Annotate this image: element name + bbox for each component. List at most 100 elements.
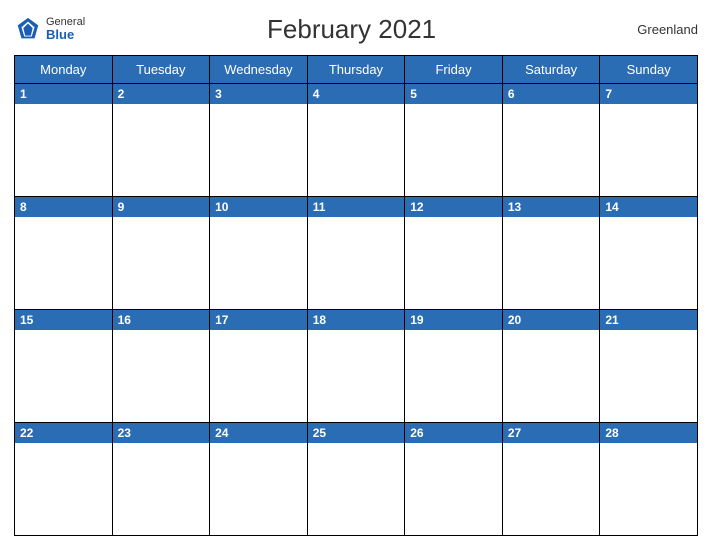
day-9: 9 bbox=[112, 197, 210, 310]
day-content-12 bbox=[405, 217, 502, 309]
region-label: Greenland bbox=[618, 22, 698, 37]
day-5: 5 bbox=[405, 84, 503, 197]
day-number-20: 20 bbox=[503, 310, 600, 330]
day-26: 26 bbox=[405, 423, 503, 536]
day-number-22: 22 bbox=[15, 423, 112, 443]
day-number-6: 6 bbox=[503, 84, 600, 104]
day-content-27 bbox=[503, 443, 600, 535]
day-number-18: 18 bbox=[308, 310, 405, 330]
day-number-23: 23 bbox=[113, 423, 210, 443]
day-10: 10 bbox=[210, 197, 308, 310]
day-24: 24 bbox=[210, 423, 308, 536]
day-content-3 bbox=[210, 104, 307, 196]
day-number-9: 9 bbox=[113, 197, 210, 217]
day-number-27: 27 bbox=[503, 423, 600, 443]
day-number-28: 28 bbox=[600, 423, 697, 443]
day-content-13 bbox=[503, 217, 600, 309]
day-11: 11 bbox=[307, 197, 405, 310]
day-content-26 bbox=[405, 443, 502, 535]
day-18: 18 bbox=[307, 310, 405, 423]
day-content-17 bbox=[210, 330, 307, 422]
day-content-1 bbox=[15, 104, 112, 196]
day-4: 4 bbox=[307, 84, 405, 197]
day-6: 6 bbox=[502, 84, 600, 197]
day-19: 19 bbox=[405, 310, 503, 423]
week-row-2: 8 9 10 11 12 13 14 bbox=[15, 197, 698, 310]
col-sunday: Sunday bbox=[600, 56, 698, 84]
col-monday: Monday bbox=[15, 56, 113, 84]
day-27: 27 bbox=[502, 423, 600, 536]
day-1: 1 bbox=[15, 84, 113, 197]
week-row-3: 15 16 17 18 19 20 21 bbox=[15, 310, 698, 423]
day-content-6 bbox=[503, 104, 600, 196]
day-content-19 bbox=[405, 330, 502, 422]
day-7: 7 bbox=[600, 84, 698, 197]
day-20: 20 bbox=[502, 310, 600, 423]
day-number-8: 8 bbox=[15, 197, 112, 217]
day-number-17: 17 bbox=[210, 310, 307, 330]
day-content-22 bbox=[15, 443, 112, 535]
day-number-1: 1 bbox=[15, 84, 112, 104]
day-number-14: 14 bbox=[600, 197, 697, 217]
day-content-15 bbox=[15, 330, 112, 422]
day-number-12: 12 bbox=[405, 197, 502, 217]
logo: General Blue bbox=[14, 16, 85, 44]
day-23: 23 bbox=[112, 423, 210, 536]
month-title: February 2021 bbox=[85, 14, 618, 45]
logo-text: General Blue bbox=[46, 16, 85, 42]
day-2: 2 bbox=[112, 84, 210, 197]
day-number-26: 26 bbox=[405, 423, 502, 443]
day-number-15: 15 bbox=[15, 310, 112, 330]
day-number-25: 25 bbox=[308, 423, 405, 443]
day-16: 16 bbox=[112, 310, 210, 423]
day-number-10: 10 bbox=[210, 197, 307, 217]
day-content-7 bbox=[600, 104, 697, 196]
day-number-19: 19 bbox=[405, 310, 502, 330]
day-12: 12 bbox=[405, 197, 503, 310]
day-content-2 bbox=[113, 104, 210, 196]
day-number-24: 24 bbox=[210, 423, 307, 443]
day-content-8 bbox=[15, 217, 112, 309]
day-content-11 bbox=[308, 217, 405, 309]
day-number-16: 16 bbox=[113, 310, 210, 330]
day-content-23 bbox=[113, 443, 210, 535]
logo-icon bbox=[14, 16, 42, 44]
day-content-10 bbox=[210, 217, 307, 309]
col-wednesday: Wednesday bbox=[210, 56, 308, 84]
weekday-header-row: Monday Tuesday Wednesday Thursday Friday… bbox=[15, 56, 698, 84]
col-thursday: Thursday bbox=[307, 56, 405, 84]
calendar-header: General Blue February 2021 Greenland bbox=[14, 10, 698, 49]
day-number-13: 13 bbox=[503, 197, 600, 217]
day-22: 22 bbox=[15, 423, 113, 536]
day-13: 13 bbox=[502, 197, 600, 310]
week-row-4: 22 23 24 25 26 27 28 bbox=[15, 423, 698, 536]
day-number-11: 11 bbox=[308, 197, 405, 217]
day-25: 25 bbox=[307, 423, 405, 536]
day-content-18 bbox=[308, 330, 405, 422]
col-tuesday: Tuesday bbox=[112, 56, 210, 84]
day-14: 14 bbox=[600, 197, 698, 310]
day-content-5 bbox=[405, 104, 502, 196]
day-number-7: 7 bbox=[600, 84, 697, 104]
day-17: 17 bbox=[210, 310, 308, 423]
day-content-20 bbox=[503, 330, 600, 422]
day-number-4: 4 bbox=[308, 84, 405, 104]
day-content-4 bbox=[308, 104, 405, 196]
day-28: 28 bbox=[600, 423, 698, 536]
week-row-1: 1 2 3 4 5 6 7 bbox=[15, 84, 698, 197]
col-friday: Friday bbox=[405, 56, 503, 84]
day-number-21: 21 bbox=[600, 310, 697, 330]
day-number-2: 2 bbox=[113, 84, 210, 104]
day-content-9 bbox=[113, 217, 210, 309]
day-content-25 bbox=[308, 443, 405, 535]
logo-blue: Blue bbox=[46, 28, 85, 42]
day-content-24 bbox=[210, 443, 307, 535]
day-number-3: 3 bbox=[210, 84, 307, 104]
day-content-28 bbox=[600, 443, 697, 535]
day-3: 3 bbox=[210, 84, 308, 197]
day-content-14 bbox=[600, 217, 697, 309]
calendar-table: Monday Tuesday Wednesday Thursday Friday… bbox=[14, 55, 698, 536]
day-21: 21 bbox=[600, 310, 698, 423]
col-saturday: Saturday bbox=[502, 56, 600, 84]
day-number-5: 5 bbox=[405, 84, 502, 104]
